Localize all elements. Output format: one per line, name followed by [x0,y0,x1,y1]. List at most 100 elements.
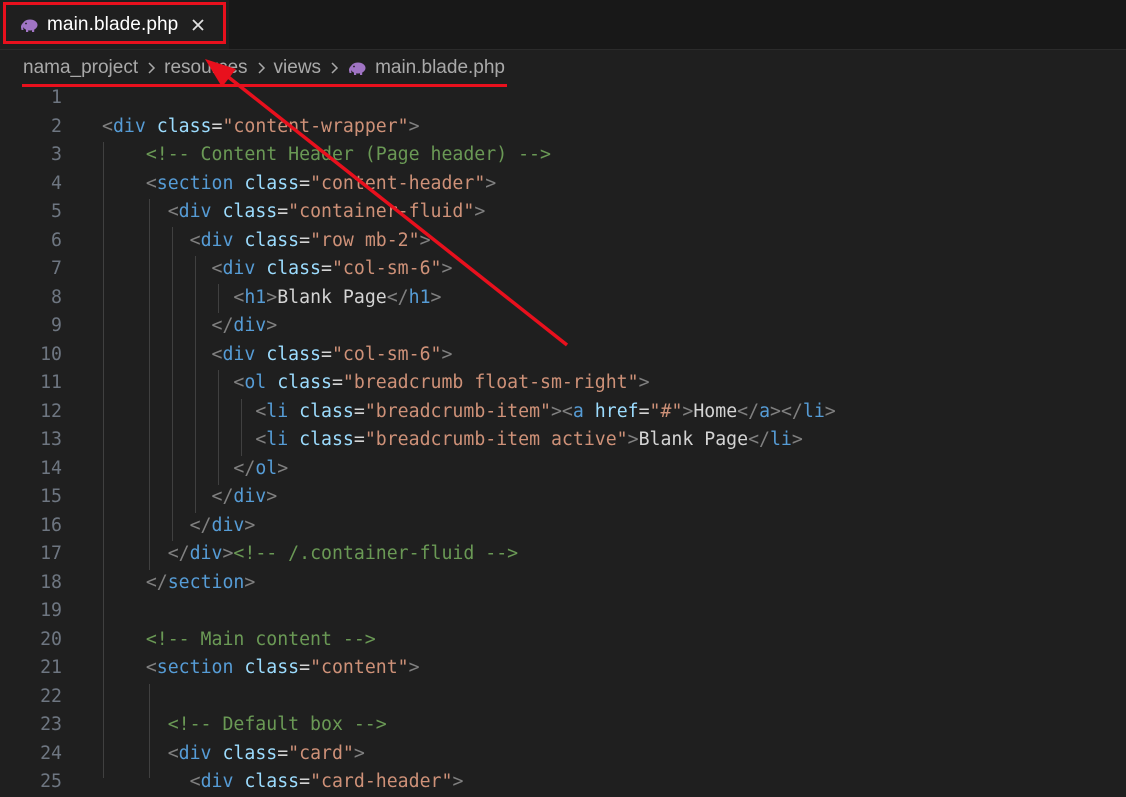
code-tag: section [156,657,234,678]
breadcrumb-item-views[interactable]: views [274,57,322,79]
code-line[interactable]: 21 <section class="content"> [0,654,1126,683]
code-tag: div [189,543,223,564]
code-punctuation: > [638,372,650,393]
code-content: </div> [102,312,278,341]
code-line[interactable]: 25 <div class="card-header"> [0,768,1126,797]
code-content: <li class="breadcrumb-item"><a href="#">… [102,398,835,427]
code-string: "breadcrumb-item active" [364,429,628,450]
code-line[interactable]: 8 <h1>Blank Page</h1> [0,284,1126,313]
line-number: 10 [40,343,62,365]
code-punctuation: > [474,201,486,222]
code-content: <section class="content-header"> [102,170,496,199]
code-line[interactable]: 10 <div class="col-sm-6"> [0,341,1126,370]
code-line[interactable]: 5 <div class="container-fluid"> [0,198,1126,227]
code-editor[interactable]: 1 2 <div class="content-wrapper"> 3 <!-- Co… [0,84,1126,792]
code-content: <div class="row mb-2"> [102,227,431,256]
line-number: 12 [40,400,62,422]
line-number: 9 [51,315,62,336]
code-tag: a [759,400,771,422]
line-number: 13 [40,429,62,450]
breadcrumb-item-file[interactable]: main.blade.php [375,57,505,79]
code-line[interactable]: 23 <!-- Default box --> [0,711,1126,740]
code-string: "#" [649,400,683,422]
code-attribute: class [288,429,354,450]
line-number: 23 [40,714,62,735]
code-string: "content-header" [310,172,486,194]
breadcrumb: nama_project resources views main.blade.… [23,56,505,80]
code-content: </div> [102,512,256,541]
code-string: "content" [310,657,409,678]
code-punctuation: >< [550,400,573,422]
line-number: 15 [40,486,62,507]
code-line[interactable]: 1 [0,84,1126,113]
php-elephant-icon [347,61,367,75]
chevron-right-icon [146,61,156,75]
code-string: "content-wrapper" [222,115,409,137]
code-punctuation: </ [145,571,168,593]
close-icon[interactable] [190,17,206,33]
code-attribute: class [233,771,300,792]
code-text: = [331,372,343,393]
code-punctuation: > [791,429,803,450]
code-line[interactable]: 19 [0,597,1126,626]
code-attribute: class [233,172,300,194]
code-content: <div class="card-header"> [102,768,464,797]
code-line[interactable]: 18 </section> [0,569,1126,598]
breadcrumb-item-resources[interactable]: resources [164,57,247,79]
line-number: 18 [40,571,62,593]
code-punctuation: </ [167,543,190,564]
code-line[interactable]: 15 </div> [0,483,1126,512]
code-string: "container-fluid" [288,201,475,222]
code-tag: div [112,115,146,137]
code-text: = [321,258,332,279]
code-line[interactable]: 3 <!-- Content Header (Page header) --> [0,141,1126,170]
code-line[interactable]: 6 <div class="row mb-2"> [0,227,1126,256]
code-line[interactable]: 9 </div> [0,312,1126,341]
code-tag: div [200,771,234,792]
code-tag: a [572,400,584,422]
code-content: <ol class="breadcrumb float-sm-right"> [102,369,650,398]
code-line[interactable]: 24 <div class="card"> [0,740,1126,769]
code-punctuation: </ [748,429,770,450]
code-line[interactable]: 7 <div class="col-sm-6"> [0,255,1126,284]
code-punctuation: < [255,429,267,450]
code-content: </div> [102,483,278,512]
code-punctuation: > [441,258,453,279]
code-attribute: class [211,201,278,222]
code-punctuation: < [233,286,245,308]
code-line[interactable]: 20 <!-- Main content --> [0,626,1126,655]
code-punctuation: > [430,286,442,308]
code-line[interactable]: 14 </ol> [0,455,1126,484]
breadcrumb-item-project[interactable]: nama_project [23,57,138,79]
code-punctuation: > [244,571,256,593]
code-text: = [638,400,650,422]
code-line[interactable]: 11 <ol class="breadcrumb float-sm-right"… [0,369,1126,398]
tab-main-blade-php[interactable]: main.blade.php [0,0,229,49]
code-line[interactable]: 13 <li class="breadcrumb-item active">Bl… [0,426,1126,455]
code-text: = [299,172,311,194]
code-line[interactable]: 4 <section class="content-header"> [0,170,1126,199]
code-attribute: class [233,229,300,251]
code-string: "col-sm-6" [331,258,442,279]
code-line[interactable]: 22 [0,683,1126,712]
chevron-right-icon [329,61,339,75]
chevron-right-icon [256,61,266,75]
code-line[interactable]: 2 <div class="content-wrapper"> [0,113,1126,142]
code-text: = [353,429,365,450]
code-text: = [321,343,332,365]
code-punctuation: > [277,457,289,479]
code-content: </ol> [102,455,288,484]
code-comment: <!-- Content Header (Page header) --> [145,144,551,165]
code-line[interactable]: 16 </div> [0,512,1126,541]
code-punctuation: < [211,343,223,365]
code-punctuation: < [189,229,201,251]
code-line[interactable]: 17 </div><!-- /.container-fluid --> [0,540,1126,569]
code-line[interactable]: 12 <li class="breadcrumb-item"><a href="… [0,398,1126,427]
